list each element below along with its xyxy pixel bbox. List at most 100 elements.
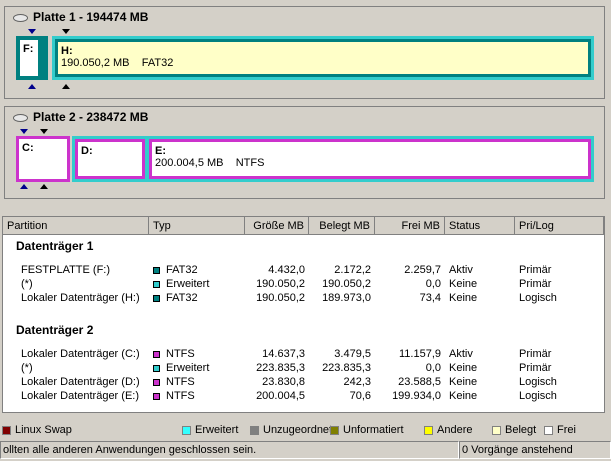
table-row[interactable]: (*) Erweitert 190.050,2 190.050,2 0,0 Keine Pr…	[3, 277, 604, 291]
cell-typ: FAT32	[149, 291, 245, 305]
column-header-used[interactable]: Belegt MB	[309, 217, 375, 234]
partition-h-block[interactable]: H: 190.050,2 MB FAT32	[52, 36, 594, 80]
cell-typ: Erweitert	[149, 361, 245, 375]
cell-status: Keine	[449, 278, 478, 290]
legend-color-swatch	[2, 425, 11, 435]
cell-size: 223.835,3	[256, 362, 305, 374]
cell-typ-label: Erweitert	[166, 278, 210, 290]
filesystem-color-swatch	[153, 350, 160, 358]
cell-size: 4.432,0	[268, 264, 305, 276]
cell-typ: NTFS	[149, 347, 245, 361]
cell-free: 199.934,0	[392, 390, 441, 402]
disk-1-title: Platte 1 - 194474 MB	[33, 10, 149, 24]
disk-2-map: C: D: E: 200.004,5 MB NTFS	[10, 127, 599, 192]
cell-typ: NTFS	[149, 389, 245, 403]
cell-free: 11.157,9	[398, 348, 441, 360]
table-row[interactable]: FESTPLATTE (F:) FAT32 4.432,0 2.172,2 2.259,…	[3, 263, 604, 277]
cell-size: 14.637,3	[262, 348, 305, 360]
cell-partition: Lokaler Datenträger (D:)	[21, 376, 140, 388]
legend-label: Unformatiert	[343, 424, 404, 436]
disk-2-title: Platte 2 - 238472 MB	[33, 110, 149, 124]
table-row[interactable]: Lokaler Datenträger (E:) NTFS 200.004,5 70,…	[3, 389, 604, 403]
legend-color-swatch	[424, 425, 433, 435]
cell-used: 2.172,2	[334, 264, 371, 276]
partition-d-letter: D:	[81, 145, 93, 157]
cell-used: 3.479,5	[334, 348, 371, 360]
cell-typ-label: NTFS	[166, 390, 195, 402]
partition-d-block[interactable]: D:	[75, 139, 145, 179]
legend-item: Erweitert	[182, 424, 238, 436]
cell-used: 190.050,2	[322, 278, 371, 290]
legend-label: Unzugeordnet	[263, 424, 333, 436]
column-header-status[interactable]: Status	[445, 217, 515, 234]
disk-1-map: F: H: 190.050,2 MB FAT32	[10, 27, 599, 92]
cell-used: 70,6	[349, 390, 371, 402]
legend-color-swatch	[182, 425, 191, 435]
partition-f-block[interactable]: F:	[16, 36, 48, 80]
cell-prilog: Logisch	[519, 376, 557, 388]
partition-e-block[interactable]: E: 200.004,5 MB NTFS	[149, 139, 591, 179]
cell-prilog: Primär	[519, 348, 552, 360]
partition-end-marker-icon	[62, 84, 70, 89]
legend-item: Belegt	[492, 424, 536, 436]
partition-end-marker-icon	[28, 84, 36, 89]
partition-end-marker-icon	[40, 184, 48, 189]
cell-partition: Lokaler Datenträger (C:)	[21, 348, 140, 360]
cell-typ-label: FAT32	[166, 264, 198, 276]
column-header-size[interactable]: Größe MB	[245, 217, 309, 234]
cell-used: 242,3	[343, 376, 371, 388]
cell-size: 23.830,8	[262, 376, 305, 388]
column-header-prilog[interactable]: Pri/Log	[515, 217, 604, 234]
table-row[interactable]: Lokaler Datenträger (D:) NTFS 23.830,8 242,…	[3, 375, 604, 389]
table-row[interactable]: Lokaler Datenträger (C:) NTFS 14.637,3 3.47…	[3, 347, 604, 361]
cell-partition: Lokaler Datenträger (E:)	[21, 390, 139, 402]
legend-item: Unformatiert	[330, 424, 404, 436]
legend-label: Frei	[557, 424, 576, 436]
cell-partition: FESTPLATTE (F:)	[21, 264, 111, 276]
partition-h-size: 190.050,2 MB	[61, 57, 130, 69]
disk-group-title: Datenträger 2	[16, 323, 94, 337]
cell-status: Keine	[449, 362, 478, 374]
partition-h-fs: FAT32	[141, 57, 174, 69]
disk-2-title-bar: Platte 2 - 238472 MB	[5, 107, 604, 127]
column-header-typ[interactable]: Typ	[149, 217, 245, 234]
extended-partition-block[interactable]: D: E: 200.004,5 MB NTFS	[72, 136, 594, 182]
partition-h-letter: H:	[61, 45, 73, 57]
cell-status: Keine	[449, 376, 478, 388]
cell-size: 190.050,2	[256, 278, 305, 290]
column-header-partition[interactable]: Partition	[3, 217, 149, 234]
cell-typ: FAT32	[149, 263, 245, 277]
cell-status: Keine	[449, 390, 478, 402]
cell-typ-label: Erweitert	[166, 362, 210, 374]
table-row[interactable]: Lokaler Datenträger (H:) FAT32 190.050,2 18…	[3, 291, 604, 305]
cell-used: 189.973,0	[322, 292, 371, 304]
legend-item: Frei	[544, 424, 576, 436]
cell-prilog: Primär	[519, 264, 552, 276]
cell-size: 200.004,5	[256, 390, 305, 402]
cell-free: 73,4	[419, 292, 441, 304]
column-header-free[interactable]: Frei MB	[375, 217, 445, 234]
partition-c-block[interactable]: C:	[16, 136, 70, 182]
cell-status: Keine	[449, 292, 478, 304]
cell-free: 2.259,7	[404, 264, 441, 276]
cell-prilog: Logisch	[519, 390, 557, 402]
filesystem-color-swatch	[153, 294, 160, 302]
legend-color-swatch	[544, 425, 553, 435]
hard-disk-icon	[13, 113, 28, 122]
status-message: ollten alle anderen Anwendungen geschlos…	[0, 441, 459, 459]
cell-used: 223.835,3	[322, 362, 371, 374]
cell-prilog: Primär	[519, 362, 552, 374]
table-header: Partition Typ Größe MB Belegt MB Frei MB…	[3, 217, 604, 235]
table-row[interactable]: (*) Erweitert 223.835,3 223.835,3 0,0 Keine Pr…	[3, 361, 604, 375]
cell-size: 190.050,2	[256, 292, 305, 304]
status-bar: ollten alle anderen Anwendungen geschlos…	[0, 441, 611, 461]
partition-table: Partition Typ Größe MB Belegt MB Frei MB…	[2, 216, 605, 413]
table-body: Datenträger 1 FESTPLATTE (F:) FAT32 4.432,0…	[3, 235, 604, 403]
hard-disk-icon	[13, 13, 28, 22]
cell-free: 0,0	[425, 362, 441, 374]
cell-typ-label: NTFS	[166, 376, 195, 388]
cell-partition: (*)	[21, 362, 33, 374]
disk-group-title: Datenträger 1	[16, 239, 94, 253]
